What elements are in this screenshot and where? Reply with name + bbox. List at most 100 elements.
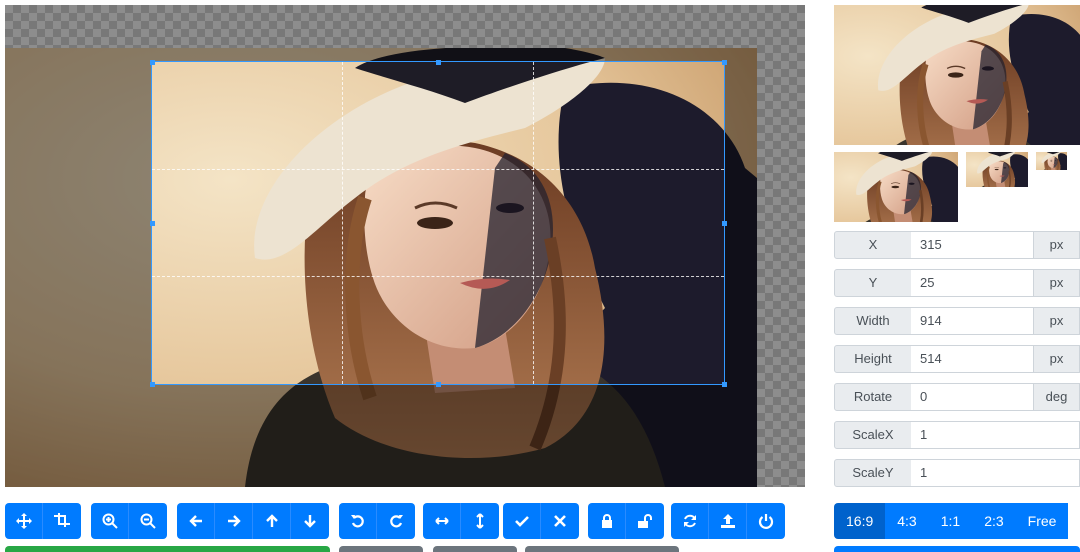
field-unit: px bbox=[1033, 307, 1080, 335]
field-unit: px bbox=[1033, 345, 1080, 373]
preview-tiny bbox=[1036, 152, 1067, 170]
misc-button-group bbox=[671, 503, 785, 539]
crop-guide-line bbox=[533, 62, 534, 384]
crop-guide-line bbox=[152, 169, 724, 170]
zoom-out-icon bbox=[140, 513, 156, 529]
field-input[interactable]: 1 bbox=[911, 421, 1080, 449]
flip-vertical-button[interactable] bbox=[461, 503, 499, 539]
flip-button-group bbox=[423, 503, 499, 539]
field-input[interactable]: 25 bbox=[911, 269, 1034, 297]
move-icon bbox=[15, 513, 32, 529]
field-width: Width 914 px bbox=[834, 307, 1080, 335]
aspect-2-3-button[interactable]: 2:3 bbox=[972, 503, 1016, 539]
rotate-left-button[interactable] bbox=[339, 503, 377, 539]
crop-guide-line bbox=[342, 62, 343, 384]
lock-button[interactable] bbox=[588, 503, 626, 539]
field-x: X 315 px bbox=[834, 231, 1080, 259]
field-unit: px bbox=[1033, 269, 1080, 297]
power-icon bbox=[758, 514, 774, 529]
mode-button-group bbox=[5, 503, 81, 539]
aspect-4-3-button[interactable]: 4:3 bbox=[885, 503, 929, 539]
move-right-button[interactable] bbox=[215, 503, 253, 539]
unlock-button[interactable] bbox=[626, 503, 664, 539]
close-icon bbox=[554, 515, 566, 527]
move-mode-button[interactable] bbox=[5, 503, 43, 539]
arrow-up-icon bbox=[265, 514, 278, 527]
crop-action-button-group bbox=[503, 503, 579, 539]
move-down-button[interactable] bbox=[291, 503, 329, 539]
field-input[interactable]: 914 bbox=[911, 307, 1034, 335]
crop-box[interactable] bbox=[151, 61, 725, 385]
field-unit: px bbox=[1033, 231, 1080, 259]
next-row-button[interactable] bbox=[433, 546, 517, 552]
next-row-button[interactable] bbox=[834, 546, 1080, 552]
crop-handle-se[interactable] bbox=[722, 382, 727, 387]
aspect-ratio-group: 16:9 4:3 1:1 2:3 Free bbox=[834, 503, 1069, 539]
crop-clear-button[interactable] bbox=[541, 503, 579, 539]
next-row-button[interactable] bbox=[525, 546, 679, 552]
upload-button[interactable] bbox=[709, 503, 747, 539]
field-input[interactable]: 1 bbox=[911, 459, 1080, 487]
zoom-button-group bbox=[91, 503, 167, 539]
arrow-left-icon bbox=[188, 515, 202, 527]
field-label: Rotate bbox=[834, 383, 912, 411]
field-label: ScaleX bbox=[834, 421, 912, 449]
field-label: Width bbox=[834, 307, 912, 335]
field-unit: deg bbox=[1033, 383, 1080, 411]
rotate-button-group bbox=[339, 503, 415, 539]
aspect-free-button[interactable]: Free bbox=[1015, 503, 1069, 539]
crop-handle-sw[interactable] bbox=[150, 382, 155, 387]
crop-handle-e[interactable] bbox=[722, 221, 727, 226]
field-label: Y bbox=[834, 269, 912, 297]
rotate-right-icon bbox=[390, 515, 403, 528]
crop-canvas[interactable] bbox=[5, 5, 805, 487]
crop-confirm-button[interactable] bbox=[503, 503, 541, 539]
preview-medium bbox=[834, 152, 958, 222]
crop-handle-w[interactable] bbox=[150, 221, 155, 226]
move-left-button[interactable] bbox=[177, 503, 215, 539]
check-icon bbox=[514, 516, 529, 527]
next-row-button[interactable] bbox=[5, 546, 330, 552]
preview-small bbox=[966, 152, 1028, 187]
aspect-1-1-button[interactable]: 1:1 bbox=[928, 503, 973, 539]
reset-icon bbox=[683, 514, 696, 528]
move-button-group bbox=[177, 503, 329, 539]
reset-button[interactable] bbox=[671, 503, 709, 539]
flip-horizontal-button[interactable] bbox=[423, 503, 461, 539]
crop-handle-ne[interactable] bbox=[722, 60, 727, 65]
field-height: Height 514 px bbox=[834, 345, 1080, 373]
destroy-button[interactable] bbox=[747, 503, 785, 539]
zoom-in-button[interactable] bbox=[91, 503, 129, 539]
crop-handle-n[interactable] bbox=[436, 60, 441, 65]
upload-icon bbox=[720, 514, 735, 528]
move-up-button[interactable] bbox=[253, 503, 291, 539]
zoom-out-button[interactable] bbox=[129, 503, 167, 539]
unlock-icon bbox=[638, 514, 652, 528]
field-rotate: Rotate 0 deg bbox=[834, 383, 1080, 411]
field-scaley: ScaleY 1 bbox=[834, 459, 1080, 487]
arrow-right-icon bbox=[227, 515, 241, 527]
lock-button-group bbox=[588, 503, 664, 539]
flip-vertical-icon bbox=[476, 513, 484, 529]
aspect-16-9-button[interactable]: 16:9 bbox=[834, 503, 886, 539]
field-input[interactable]: 0 bbox=[911, 383, 1034, 411]
field-input[interactable]: 315 bbox=[911, 231, 1034, 259]
zoom-in-icon bbox=[102, 513, 118, 529]
crop-guide-line bbox=[152, 276, 724, 277]
preview-large bbox=[834, 5, 1080, 145]
crop-handle-nw[interactable] bbox=[150, 60, 155, 65]
crop-handle-s[interactable] bbox=[436, 382, 441, 387]
field-y: Y 25 px bbox=[834, 269, 1080, 297]
flip-horizontal-icon bbox=[434, 517, 449, 525]
crop-mode-button[interactable] bbox=[43, 503, 81, 539]
next-row-button[interactable] bbox=[339, 546, 423, 552]
field-label: ScaleY bbox=[834, 459, 912, 487]
rotate-right-button[interactable] bbox=[377, 503, 415, 539]
arrow-down-icon bbox=[304, 515, 316, 528]
field-scalex: ScaleX 1 bbox=[834, 421, 1080, 449]
rotate-left-icon bbox=[350, 515, 364, 528]
field-label: Height bbox=[834, 345, 912, 373]
lock-icon bbox=[601, 514, 612, 528]
field-input[interactable]: 514 bbox=[911, 345, 1034, 373]
crop-icon bbox=[54, 513, 70, 527]
